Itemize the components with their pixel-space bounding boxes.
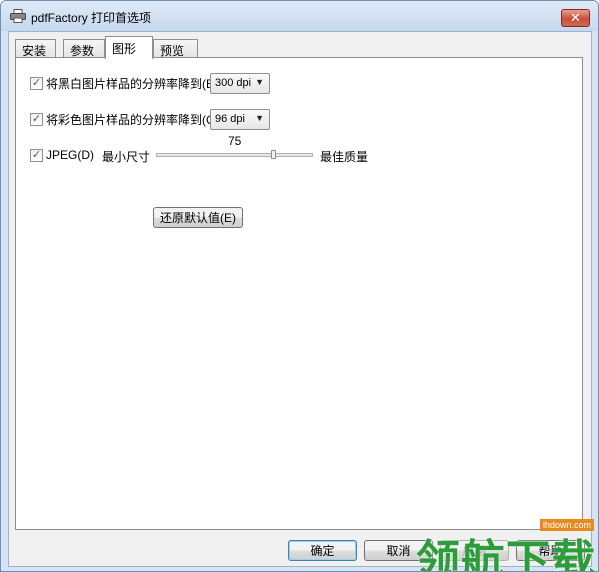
tab-parameters[interactable]: 参数 [63, 39, 105, 58]
checkmark-icon: ✓ [31, 148, 42, 161]
tab-label: 安装 [22, 44, 47, 58]
color-downsample-row: ✓ 将彩色图片样品的分辨率降到(C) [30, 111, 219, 128]
checkmark-icon: ✓ [31, 77, 42, 89]
graphics-panel: ✓ 将黑白图片样品的分辨率降到(B) 300 dpi ▼ ✓ 将彩色图片样品的分… [15, 57, 583, 530]
jpeg-quality-slider-thumb[interactable] [271, 150, 276, 159]
jpeg-quality-slider-track[interactable] [156, 153, 313, 157]
restore-defaults-label: 还原默认值(E) [160, 211, 236, 225]
watermark: lhdown.com 领航下载 [412, 515, 598, 571]
preferences-window: pdfFactory 打印首选项 ✕ 安装 参数 图形 预览 ✓ 将黑白图片样品… [0, 0, 599, 572]
title-bar[interactable]: pdfFactory 打印首选项 ✕ [1, 1, 598, 31]
bw-downsample-row: ✓ 将黑白图片样品的分辨率降到(B) [30, 75, 218, 92]
jpeg-row: ✓ JPEG(D) [30, 148, 94, 162]
tab-label: 预览 [160, 44, 185, 58]
checkmark-icon: ✓ [31, 113, 42, 125]
tab-label: 参数 [70, 44, 95, 58]
bw-resolution-value: 300 dpi [215, 77, 252, 89]
dialog-body: 安装 参数 图形 预览 ✓ 将黑白图片样品的分辨率降到(B) 300 dpi ▼… [8, 31, 592, 567]
ok-label: 确定 [310, 544, 335, 558]
bw-downsample-label[interactable]: 将黑白图片样品的分辨率降到(B) [46, 75, 218, 92]
printer-icon [10, 9, 26, 23]
cancel-label: 取消 [386, 544, 411, 558]
dropdown-arrow-icon: ▼ [255, 77, 264, 87]
color-downsample-label[interactable]: 将彩色图片样品的分辨率降到(C) [46, 111, 219, 128]
restore-defaults-button[interactable]: 还原默认值(E) [153, 207, 243, 228]
jpeg-label[interactable]: JPEG(D) [46, 148, 94, 162]
tab-graphics[interactable]: 图形 [105, 36, 153, 59]
jpeg-quality-value: 75 [228, 134, 242, 148]
bw-resolution-select[interactable]: 300 dpi ▼ [210, 73, 270, 94]
color-resolution-select[interactable]: 96 dpi ▼ [210, 109, 270, 130]
ok-button[interactable]: 确定 [288, 540, 357, 561]
tab-install[interactable]: 安装 [15, 39, 56, 58]
jpeg-checkbox[interactable]: ✓ [30, 148, 43, 162]
watermark-logo-text: 领航下载 [416, 536, 596, 572]
close-button[interactable]: ✕ [561, 9, 590, 27]
dropdown-arrow-icon: ▼ [255, 113, 264, 123]
jpeg-best-quality-label: 最佳质量 [320, 150, 369, 164]
color-resolution-value: 96 dpi [215, 113, 245, 125]
tab-preview[interactable]: 预览 [153, 39, 198, 58]
window-title: pdfFactory 打印首选项 [31, 11, 152, 25]
color-downsample-checkbox[interactable]: ✓ [30, 113, 43, 126]
bw-downsample-checkbox[interactable]: ✓ [30, 77, 43, 90]
close-icon: ✕ [570, 10, 581, 25]
jpeg-min-size-label: 最小尺寸 [102, 150, 151, 164]
tab-label: 图形 [112, 42, 137, 56]
